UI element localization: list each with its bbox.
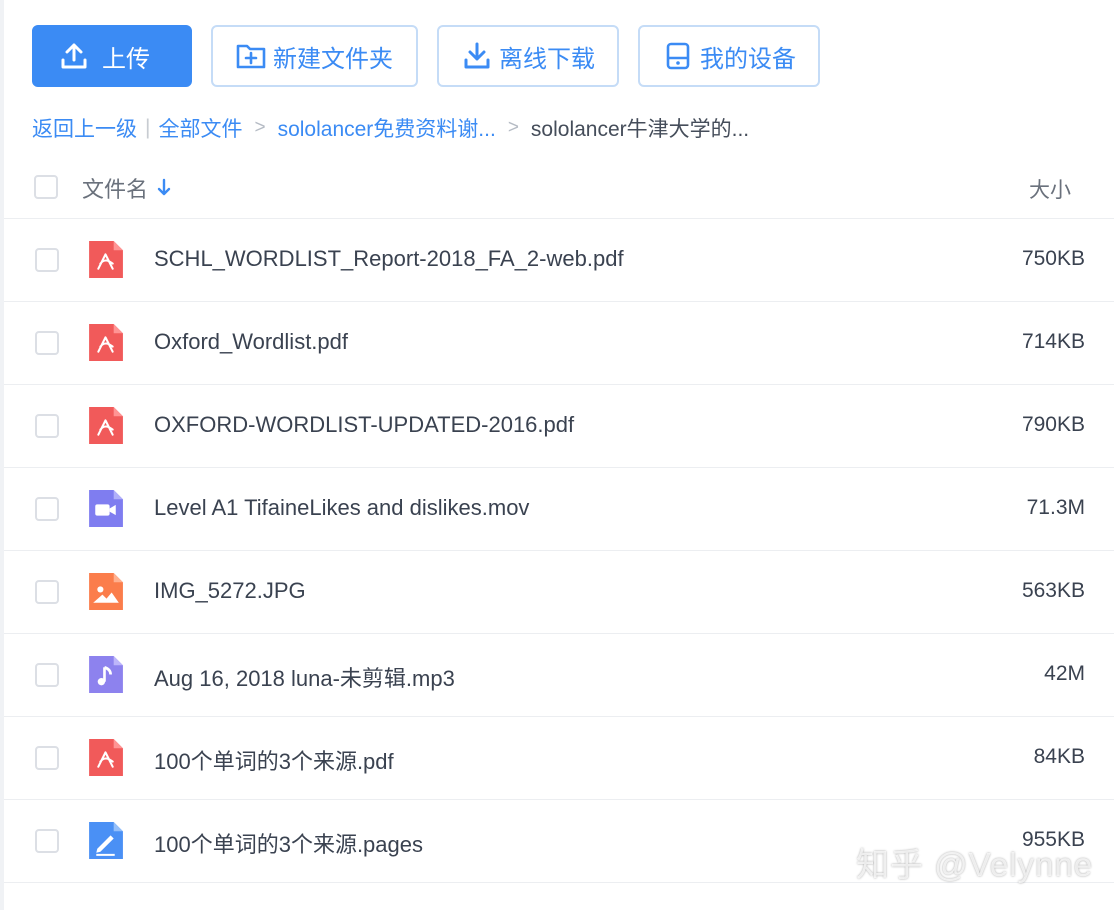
upload-icon <box>58 40 90 72</box>
folder-link[interactable]: sololancer免费资料谢... <box>278 113 496 143</box>
file-row[interactable]: Level A1 TifaineLikes and dislikes.mov 7… <box>4 468 1114 551</box>
file-name[interactable]: 100个单词的3个来源.pages <box>154 827 423 859</box>
upload-button[interactable]: 上传 <box>32 25 192 87</box>
file-size: 42M <box>1044 662 1085 685</box>
row-checkbox[interactable] <box>35 580 59 604</box>
video-icon <box>89 490 123 527</box>
row-checkbox[interactable] <box>35 248 59 272</box>
file-name[interactable]: Level A1 TifaineLikes and dislikes.mov <box>154 495 529 521</box>
breadcrumb-chevron-icon: > <box>254 117 266 138</box>
pages-icon <box>89 822 123 859</box>
pdf-icon <box>89 241 123 278</box>
device-icon <box>662 40 694 72</box>
file-row[interactable]: IMG_5272.JPG 563KB <box>4 551 1114 634</box>
my-devices-label: 我的设备 <box>700 45 796 73</box>
row-checkbox[interactable] <box>35 663 59 687</box>
file-row[interactable]: Oxford_Wordlist.pdf 714KB <box>4 302 1114 385</box>
breadcrumb-divider: | <box>145 116 151 139</box>
breadcrumb-chevron-icon: > <box>507 117 519 138</box>
file-name[interactable]: IMG_5272.JPG <box>154 578 306 604</box>
back-link[interactable]: 返回上一级 <box>32 113 137 143</box>
column-header-name-label: 文件名 <box>82 177 149 202</box>
file-size: 714KB <box>1021 330 1085 353</box>
pdf-icon <box>89 407 123 444</box>
file-row[interactable]: Aug 16, 2018 luna-未剪辑.mp3 42M <box>4 634 1114 717</box>
pdf-icon <box>89 739 123 776</box>
column-header-size[interactable]: 大小 <box>1029 174 1071 204</box>
watermark: 知乎 @Velynne <box>856 846 1094 883</box>
new-folder-icon <box>235 40 267 72</box>
audio-icon <box>89 656 123 693</box>
pdf-icon <box>89 324 123 361</box>
toolbar: 上传 新建文件夹 离线下载 我的设备 <box>32 25 820 87</box>
offline-download-label: 离线下载 <box>499 45 595 73</box>
file-row[interactable]: OXFORD-WORDLIST-UPDATED-2016.pdf 790KB <box>4 385 1114 468</box>
file-name[interactable]: SCHL_WORDLIST_Report-2018_FA_2-web.pdf <box>154 246 624 272</box>
file-size: 71.3M <box>1026 496 1085 519</box>
image-icon <box>89 573 123 610</box>
row-checkbox[interactable] <box>35 331 59 355</box>
file-name[interactable]: Oxford_Wordlist.pdf <box>154 329 348 355</box>
file-size: 750KB <box>1021 247 1085 270</box>
file-row[interactable]: 100个单词的3个来源.pdf 84KB <box>4 717 1114 800</box>
current-folder: sololancer牛津大学的... <box>530 118 750 141</box>
file-list-header: 文件名 大小 <box>4 160 1114 219</box>
new-folder-label: 新建文件夹 <box>273 45 393 73</box>
my-devices-button[interactable]: 我的设备 <box>638 25 820 87</box>
column-header-name[interactable]: 文件名 <box>82 172 172 204</box>
all-files-link[interactable]: 全部文件 <box>158 113 242 143</box>
download-icon <box>461 40 493 72</box>
row-checkbox[interactable] <box>35 829 59 853</box>
row-checkbox[interactable] <box>35 414 59 438</box>
file-size: 563KB <box>1021 579 1085 602</box>
file-name[interactable]: Aug 16, 2018 luna-未剪辑.mp3 <box>154 661 455 693</box>
new-folder-button[interactable]: 新建文件夹 <box>211 25 418 87</box>
file-row[interactable]: SCHL_WORDLIST_Report-2018_FA_2-web.pdf 7… <box>4 219 1114 302</box>
row-checkbox[interactable] <box>35 746 59 770</box>
select-all-checkbox[interactable] <box>34 175 58 199</box>
file-list: SCHL_WORDLIST_Report-2018_FA_2-web.pdf 7… <box>4 219 1114 883</box>
file-size: 84KB <box>1033 745 1085 768</box>
file-name[interactable]: OXFORD-WORDLIST-UPDATED-2016.pdf <box>154 412 574 438</box>
breadcrumb: 返回上一级 | 全部文件 > sololancer免费资料谢... > solo… <box>32 113 749 143</box>
file-size: 790KB <box>1021 413 1085 436</box>
row-checkbox[interactable] <box>35 497 59 521</box>
offline-download-button[interactable]: 离线下载 <box>437 25 619 87</box>
file-name[interactable]: 100个单词的3个来源.pdf <box>154 744 394 776</box>
upload-label: 上传 <box>102 45 150 73</box>
sort-down-arrow-icon[interactable] <box>156 178 172 198</box>
